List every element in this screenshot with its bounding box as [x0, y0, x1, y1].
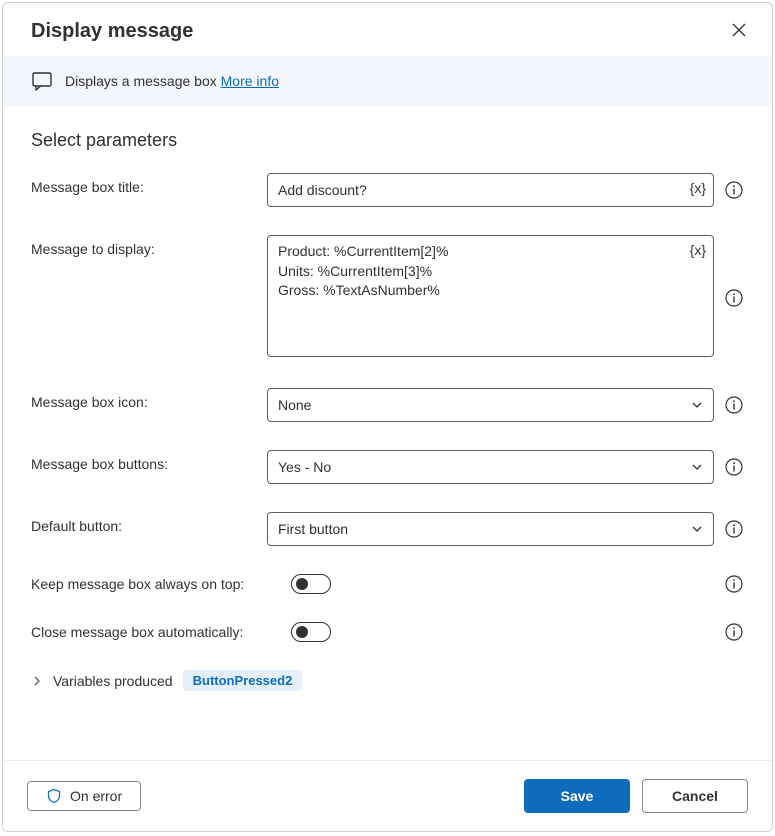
select-icon-value: None [278, 397, 311, 413]
dialog-footer: On error Save Cancel [3, 760, 772, 831]
label-buttons: Message box buttons: [31, 450, 267, 472]
on-error-label: On error [70, 788, 122, 804]
info-bar: Displays a message box More info [3, 56, 772, 106]
row-message: Message to display: {x} [31, 235, 744, 360]
row-title: Message box title: {x} [31, 173, 744, 207]
toggle-knob [296, 578, 308, 590]
dialog-title: Display message [31, 20, 193, 43]
label-auto-close: Close message box automatically: [31, 624, 291, 640]
chevron-right-icon [31, 675, 43, 687]
toggle-always-on-top[interactable] [291, 574, 331, 594]
display-message-dialog: Display message Displays a message box M… [2, 2, 773, 832]
select-icon[interactable]: None [267, 388, 714, 422]
label-always-on-top: Keep message box always on top: [31, 576, 291, 592]
close-button[interactable] [726, 17, 752, 46]
toggle-auto-close[interactable] [291, 622, 331, 642]
label-default-button: Default button: [31, 512, 267, 534]
on-error-button[interactable]: On error [27, 781, 141, 811]
section-title: Select parameters [31, 130, 744, 151]
chevron-down-icon [691, 399, 703, 411]
label-title: Message box title: [31, 173, 267, 195]
close-icon [732, 23, 746, 37]
message-box-icon [31, 70, 53, 92]
info-bar-desc: Displays a message box [65, 73, 221, 89]
row-default-button: Default button: First button [31, 512, 744, 546]
input-message[interactable] [267, 235, 714, 357]
info-icon[interactable] [724, 622, 744, 642]
row-always-on-top: Keep message box always on top: [31, 574, 744, 594]
chevron-down-icon [691, 461, 703, 473]
select-buttons-value: Yes - No [278, 459, 331, 475]
select-buttons[interactable]: Yes - No [267, 450, 714, 484]
label-icon: Message box icon: [31, 388, 267, 410]
variables-produced-label: Variables produced [53, 673, 173, 689]
info-icon[interactable] [724, 395, 744, 415]
variables-produced-row[interactable]: Variables produced ButtonPressed2 [31, 670, 744, 691]
info-icon[interactable] [724, 180, 744, 200]
row-icon: Message box icon: None [31, 388, 744, 422]
variable-token-button[interactable]: {x} [690, 180, 706, 196]
dialog-content: Select parameters Message box title: {x}… [3, 106, 772, 760]
row-auto-close: Close message box automatically: [31, 622, 744, 642]
variable-chip[interactable]: ButtonPressed2 [183, 670, 303, 691]
info-icon[interactable] [724, 457, 744, 477]
info-icon[interactable] [724, 519, 744, 539]
more-info-link[interactable]: More info [221, 73, 279, 89]
row-buttons: Message box buttons: Yes - No [31, 450, 744, 484]
chevron-down-icon [691, 523, 703, 535]
info-icon[interactable] [724, 288, 744, 308]
variable-token-button[interactable]: {x} [690, 242, 706, 258]
info-icon[interactable] [724, 574, 744, 594]
input-title[interactable] [267, 173, 714, 207]
dialog-header: Display message [3, 3, 772, 56]
save-button[interactable]: Save [524, 779, 630, 813]
select-default-button[interactable]: First button [267, 512, 714, 546]
label-message: Message to display: [31, 235, 267, 257]
toggle-knob [296, 626, 308, 638]
shield-icon [46, 788, 62, 804]
info-bar-text: Displays a message box More info [65, 73, 279, 89]
select-default-button-value: First button [278, 521, 348, 537]
cancel-button[interactable]: Cancel [642, 779, 748, 813]
